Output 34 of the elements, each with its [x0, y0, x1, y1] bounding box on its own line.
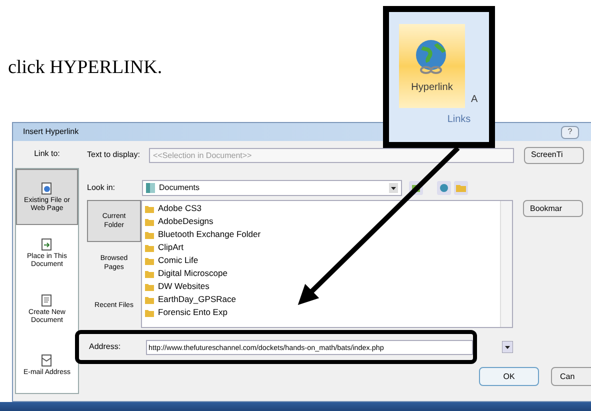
cancel-button[interactable]: Can	[551, 367, 591, 386]
look-in-dropdown[interactable]: Documents	[142, 180, 402, 196]
group-label: Links	[447, 113, 471, 127]
help-button[interactable]: ?	[561, 126, 579, 138]
look-in-label: Look in:	[87, 182, 116, 194]
caret-icon[interactable]	[502, 341, 513, 353]
web-search-icon[interactable]	[437, 181, 451, 195]
ok-button[interactable]: OK	[479, 367, 539, 386]
folder-item[interactable]: Forensic Ento Exp	[158, 308, 228, 317]
folder-item[interactable]: Adobe CS3	[158, 204, 202, 213]
document-icon	[41, 182, 53, 194]
library-icon	[146, 183, 155, 193]
folder-item[interactable]: AdobeDesigns	[158, 217, 214, 226]
address-label: Address:	[89, 341, 122, 353]
link-to-label: Link to:	[34, 148, 60, 160]
envelope-icon	[41, 354, 53, 366]
folder-item[interactable]: Comic Life	[158, 256, 198, 265]
hyperlink-ribbon-button[interactable]: Hyperlink	[399, 24, 465, 108]
folder-item[interactable]: ClipArt	[158, 243, 184, 252]
folder-icon[interactable]	[454, 181, 468, 195]
text-to-display-label: Text to display:	[87, 149, 141, 161]
window-title: Insert Hyperlink	[23, 126, 79, 138]
instruction-text: click HYPERLINK.	[8, 58, 164, 77]
folder-item[interactable]: DW Websites	[158, 282, 210, 291]
scrollbar[interactable]	[500, 201, 512, 327]
bookmark-button[interactable]: Bookmar	[523, 200, 583, 217]
caret-icon	[389, 183, 398, 193]
folder-item[interactable]: EarthDay_GPSRace	[158, 295, 236, 304]
folder-item[interactable]: Bluetooth Exchange Folder	[158, 230, 261, 239]
screentip-button[interactable]: ScreenTi	[524, 146, 584, 164]
text-to-display-field[interactable]: <<Selection in Document>>	[149, 148, 514, 162]
document-icon	[41, 294, 53, 306]
ribbon-label: A	[471, 93, 478, 107]
folder-item[interactable]: Digital Microscope	[158, 269, 228, 278]
